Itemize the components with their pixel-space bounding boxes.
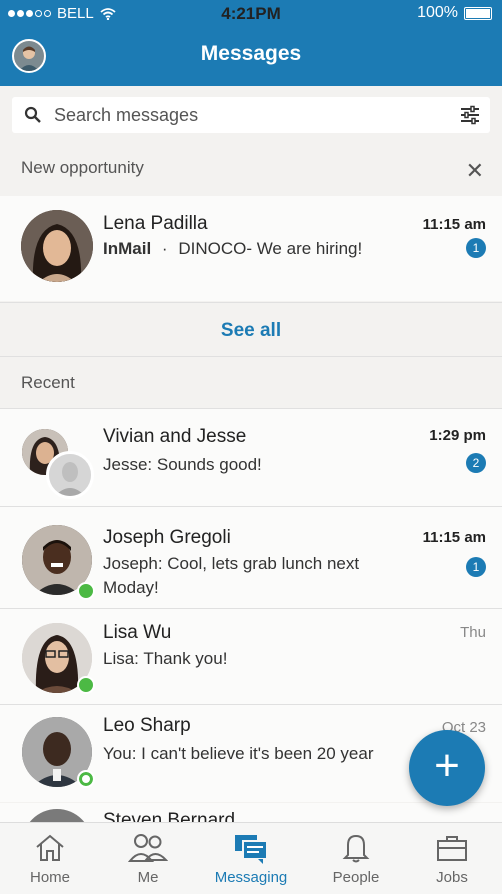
battery-info: 100% [417,4,492,22]
message-time: 11:15 am [422,216,486,233]
contact-name: Leo Sharp [103,715,191,736]
online-indicator [77,582,95,600]
contact-name: Vivian and Jesse [103,426,247,447]
nav-bar: Messages [0,28,502,86]
message-preview: Joseph: Cool, lets grab lunch next Moday… [103,552,359,600]
conversation-row[interactable]: Lisa Wu Thu Lisa: Thank you! [0,609,502,704]
message-text: DINOCO- We are hiring! [178,239,363,258]
tab-messaging[interactable]: Messaging [201,823,301,894]
separator: · [161,239,168,258]
conversation-row[interactable]: Vivian and Jesse 1:29 pm Jesse: Sounds g… [0,409,502,506]
tab-people[interactable]: People [306,823,406,894]
message-time: 1:29 pm [429,427,486,444]
inmail-tag: InMail [103,239,152,258]
battery-icon [464,6,492,20]
tab-label: Me [137,869,159,886]
status-bar: BELL 4:21PM 100% [0,0,502,28]
bell-icon [342,834,370,863]
unread-badge: 2 [466,453,486,473]
contact-name: Steven Bernard [103,810,236,822]
message-preview: Jesse: Sounds good! [103,455,262,474]
unread-badge: 1 [466,238,486,258]
message-time: 11:15 am [422,529,486,546]
briefcase-icon [437,836,467,861]
divider [0,356,502,357]
contact-name: Lena Padilla [103,213,208,234]
divider [0,302,502,303]
close-icon[interactable]: ✕ [466,158,484,184]
online-indicator [77,676,95,694]
message-preview: You: I can't believe it's been 20 year [103,744,374,763]
opportunity-row[interactable]: Lena Padilla 11:15 am InMail · DINOCO- W… [0,196,502,301]
tab-label: Home [29,869,70,886]
people-icon [128,834,168,862]
message-time: Thu [460,624,486,641]
search-input[interactable]: Search messages [54,105,198,126]
search-bar[interactable]: Search messages [12,97,490,133]
contact-name: Joseph Gregoli [103,527,231,548]
search-icon [24,106,41,123]
contact-name: Lisa Wu [103,622,172,643]
tab-label: Messaging [214,869,288,886]
avatar [21,210,93,282]
section-label-recent: Recent [21,373,75,392]
battery-percent: 100% [417,4,458,21]
tab-label: Jobs [436,869,468,886]
conversation-row[interactable]: Joseph Gregoli 11:15 am Joseph: Cool, le… [0,507,502,608]
section-label-new-opportunity: New opportunity [21,158,144,177]
tab-jobs[interactable]: Jobs [402,823,502,894]
messaging-icon [235,835,268,864]
see-all-link[interactable]: See all [0,320,502,342]
message-preview: InMail · DINOCO- We are hiring! [103,237,362,261]
filter-icon[interactable] [460,105,480,125]
tab-bar: Home Me Messaging People Jobs [0,822,502,894]
online-indicator [77,770,95,788]
message-line: Moday! [103,578,159,597]
home-icon [36,834,64,861]
avatar [22,809,92,822]
tab-home[interactable]: Home [0,823,100,894]
message-preview: Lisa: Thank you! [103,649,228,668]
compose-button[interactable]: + [409,730,485,806]
message-line: Joseph: Cool, lets grab lunch next [103,554,360,573]
conversation-row[interactable]: Steven Bernard [0,803,502,822]
avatar [46,451,94,499]
unread-badge: 1 [466,557,486,577]
plus-icon: + [434,741,460,790]
tab-me[interactable]: Me [98,823,198,894]
tab-label: People [332,869,380,886]
page-title: Messages [200,42,302,65]
